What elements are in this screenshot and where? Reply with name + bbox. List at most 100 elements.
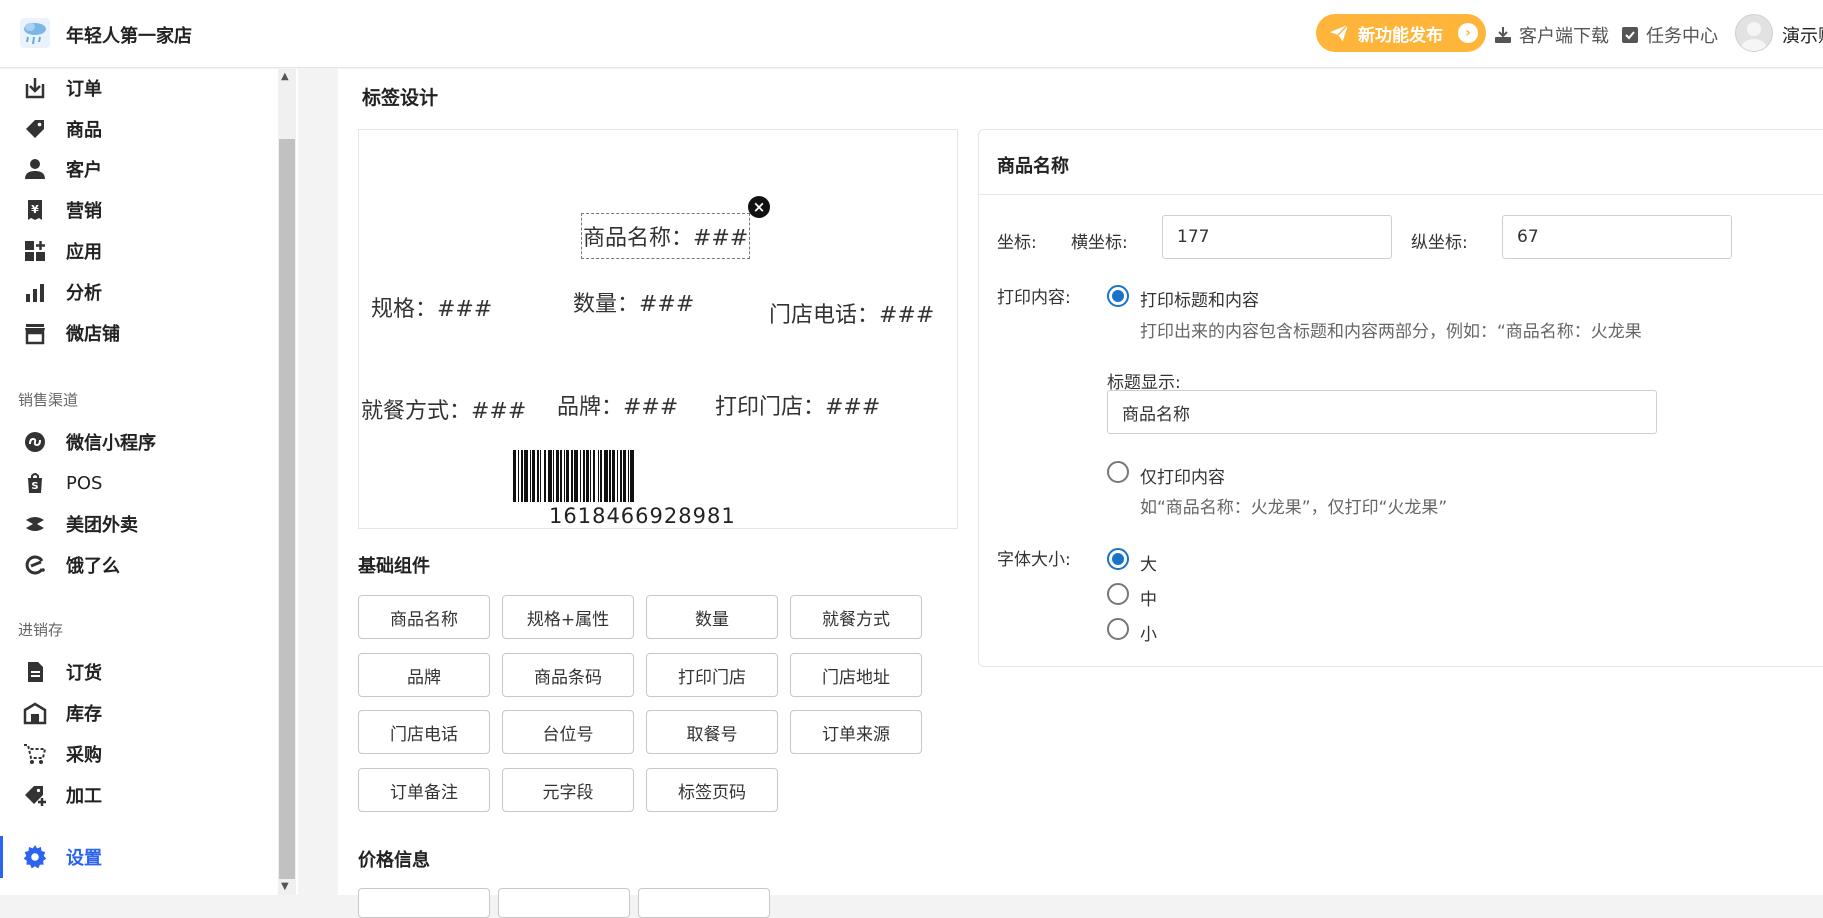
label-canvas[interactable]: 商品名称：### × 规格：### 数量：### 门店电话：### 就餐方式：#… xyxy=(358,129,958,529)
scroll-down-icon[interactable]: ▼ xyxy=(281,881,289,892)
component-button[interactable]: 取餐号 xyxy=(646,710,778,754)
sidebar-item-label: 采购 xyxy=(66,745,102,766)
radio-font-medium[interactable] xyxy=(1107,583,1129,605)
component-button[interactable]: 元字段 xyxy=(502,768,634,812)
canvas-field-brand[interactable]: 品牌：### xyxy=(557,389,678,421)
sidebar-item-ordering[interactable]: 订货 xyxy=(22,654,272,690)
document-icon xyxy=(22,659,48,685)
component-button[interactable]: 订单来源 xyxy=(790,710,922,754)
tag-plus-icon xyxy=(22,782,48,808)
sidebar-item-micro-store[interactable]: 微店铺 xyxy=(22,315,272,351)
component-button[interactable]: 订单备注 xyxy=(358,768,490,812)
sidebar-item-label: 商品 xyxy=(66,120,102,141)
warehouse-icon xyxy=(22,700,48,726)
sidebar-scrollbar-thumb[interactable] xyxy=(279,139,295,879)
sidebar-item-orders[interactable]: 订单 xyxy=(22,70,272,106)
component-button[interactable]: 商品名称 xyxy=(358,595,490,639)
sidebar-item-label: 订单 xyxy=(66,79,102,100)
pos-bag-icon: S xyxy=(22,470,48,496)
store-icon xyxy=(22,320,48,346)
font-large-label[interactable]: 大 xyxy=(1140,550,1157,575)
radio-title-and-content[interactable] xyxy=(1107,285,1129,307)
component-button[interactable]: 商品条码 xyxy=(502,653,634,697)
meituan-icon xyxy=(22,511,48,537)
radio-font-small[interactable] xyxy=(1107,618,1129,640)
apps-icon xyxy=(22,238,48,264)
task-center-label: 任务中心 xyxy=(1646,26,1718,47)
font-size-label: 字体大小: xyxy=(997,550,1071,570)
sidebar-item-meituan[interactable]: 美团外卖 xyxy=(22,506,272,542)
component-button[interactable]: 打印门店 xyxy=(646,653,778,697)
task-center-link[interactable]: 任务中心 xyxy=(1620,22,1718,48)
sidebar-item-purchase[interactable]: 采购 xyxy=(22,736,272,772)
close-icon[interactable]: × xyxy=(748,196,770,218)
chevron-right-icon: › xyxy=(1458,23,1478,43)
component-button[interactable]: 门店电话 xyxy=(358,710,490,754)
sidebar-item-eleme[interactable]: 饿了么 xyxy=(22,547,272,583)
component-button[interactable]: 就餐方式 xyxy=(790,595,922,639)
canvas-field-store-phone[interactable]: 门店电话：### xyxy=(769,297,934,329)
basic-components-title: 基础组件 xyxy=(358,556,430,577)
shop-name[interactable]: 年轻人第一家店 xyxy=(66,22,192,48)
sidebar-item-label: 设置 xyxy=(66,848,102,869)
yen-receipt-icon: ¥ xyxy=(22,197,48,223)
x-coord-label: 横坐标: xyxy=(1071,233,1128,253)
eleme-icon xyxy=(22,552,48,578)
canvas-field-dining-mode[interactable]: 就餐方式：### xyxy=(361,393,526,425)
component-button-partial[interactable] xyxy=(498,888,630,918)
component-button[interactable]: 门店地址 xyxy=(790,653,922,697)
canvas-field-product-name[interactable]: 商品名称：### xyxy=(581,213,751,259)
option-content-only-label[interactable]: 仅打印内容 xyxy=(1140,463,1225,488)
bar-chart-icon xyxy=(22,279,48,305)
component-button[interactable]: 台位号 xyxy=(502,710,634,754)
client-download-link[interactable]: 客户端下载 xyxy=(1493,22,1609,48)
sidebar-item-processing[interactable]: 加工 xyxy=(22,777,272,813)
font-small-label[interactable]: 小 xyxy=(1140,620,1157,645)
y-coord-input[interactable]: 67 xyxy=(1502,215,1732,259)
section-label-sales: 销售渠道 xyxy=(18,391,79,409)
canvas-field-spec[interactable]: 规格：### xyxy=(371,291,492,323)
properties-title: 商品名称 xyxy=(997,156,1069,177)
print-content-label: 打印内容: xyxy=(997,288,1071,308)
option-title-and-content-label[interactable]: 打印标题和内容 xyxy=(1140,286,1259,311)
sidebar-item-products[interactable]: 商品 xyxy=(22,111,272,147)
radio-content-only[interactable] xyxy=(1107,461,1129,483)
scroll-up-icon[interactable]: ▲ xyxy=(281,71,289,82)
user-name[interactable]: 演示账号 xyxy=(1782,22,1823,48)
sidebar-item-label: POS xyxy=(66,472,103,494)
font-medium-label[interactable]: 中 xyxy=(1140,585,1157,610)
canvas-field-quantity[interactable]: 数量：### xyxy=(573,286,694,318)
avatar[interactable] xyxy=(1735,14,1773,52)
title-display-input[interactable]: 商品名称 xyxy=(1107,390,1657,434)
component-button-partial[interactable] xyxy=(358,888,490,918)
sidebar-item-stock[interactable]: 库存 xyxy=(22,695,272,731)
barcode-image[interactable] xyxy=(513,450,739,502)
new-feature-button[interactable]: 新功能发布 › xyxy=(1316,14,1486,52)
component-button[interactable]: 标签页码 xyxy=(646,768,778,812)
sidebar-item-customers[interactable]: 客户 xyxy=(22,151,272,187)
divider xyxy=(979,194,1823,195)
component-button-partial[interactable] xyxy=(638,888,770,918)
sidebar-item-mini-program[interactable]: 微信小程序 xyxy=(22,424,272,460)
svg-text:S: S xyxy=(31,481,38,492)
radio-font-large[interactable] xyxy=(1107,548,1129,570)
download-icon xyxy=(1495,27,1511,43)
sidebar-item-marketing[interactable]: ¥ 营销 xyxy=(22,192,272,228)
canvas-field-print-store[interactable]: 打印门店：### xyxy=(715,389,880,421)
paper-plane-icon xyxy=(1329,24,1349,42)
sidebar-item-apps[interactable]: 应用 xyxy=(22,233,272,269)
sidebar-item-label: 微店铺 xyxy=(66,324,120,345)
shop-logo-icon[interactable] xyxy=(18,16,52,50)
component-button[interactable]: 品牌 xyxy=(358,653,490,697)
component-button[interactable]: 数量 xyxy=(646,595,778,639)
component-button[interactable]: 规格+属性 xyxy=(502,595,634,639)
option-title-and-content-hint: 打印出来的内容包含标题和内容两部分，例如：“商品名称：火龙果 xyxy=(1140,322,1642,342)
sidebar-item-analytics[interactable]: 分析 xyxy=(22,274,272,310)
sidebar-item-pos[interactable]: S POS xyxy=(22,465,272,501)
sidebar: 订单 商品 客户 ¥ 营销 应用 分析 微店铺 销售渠道 微信小程序 S POS… xyxy=(0,69,298,895)
sidebar-item-settings[interactable]: 设置 xyxy=(22,839,272,875)
new-feature-label: 新功能发布 xyxy=(1358,25,1443,46)
client-download-label: 客户端下载 xyxy=(1519,26,1609,47)
tag-icon xyxy=(22,116,48,142)
x-coord-input[interactable]: 177 xyxy=(1162,215,1392,259)
